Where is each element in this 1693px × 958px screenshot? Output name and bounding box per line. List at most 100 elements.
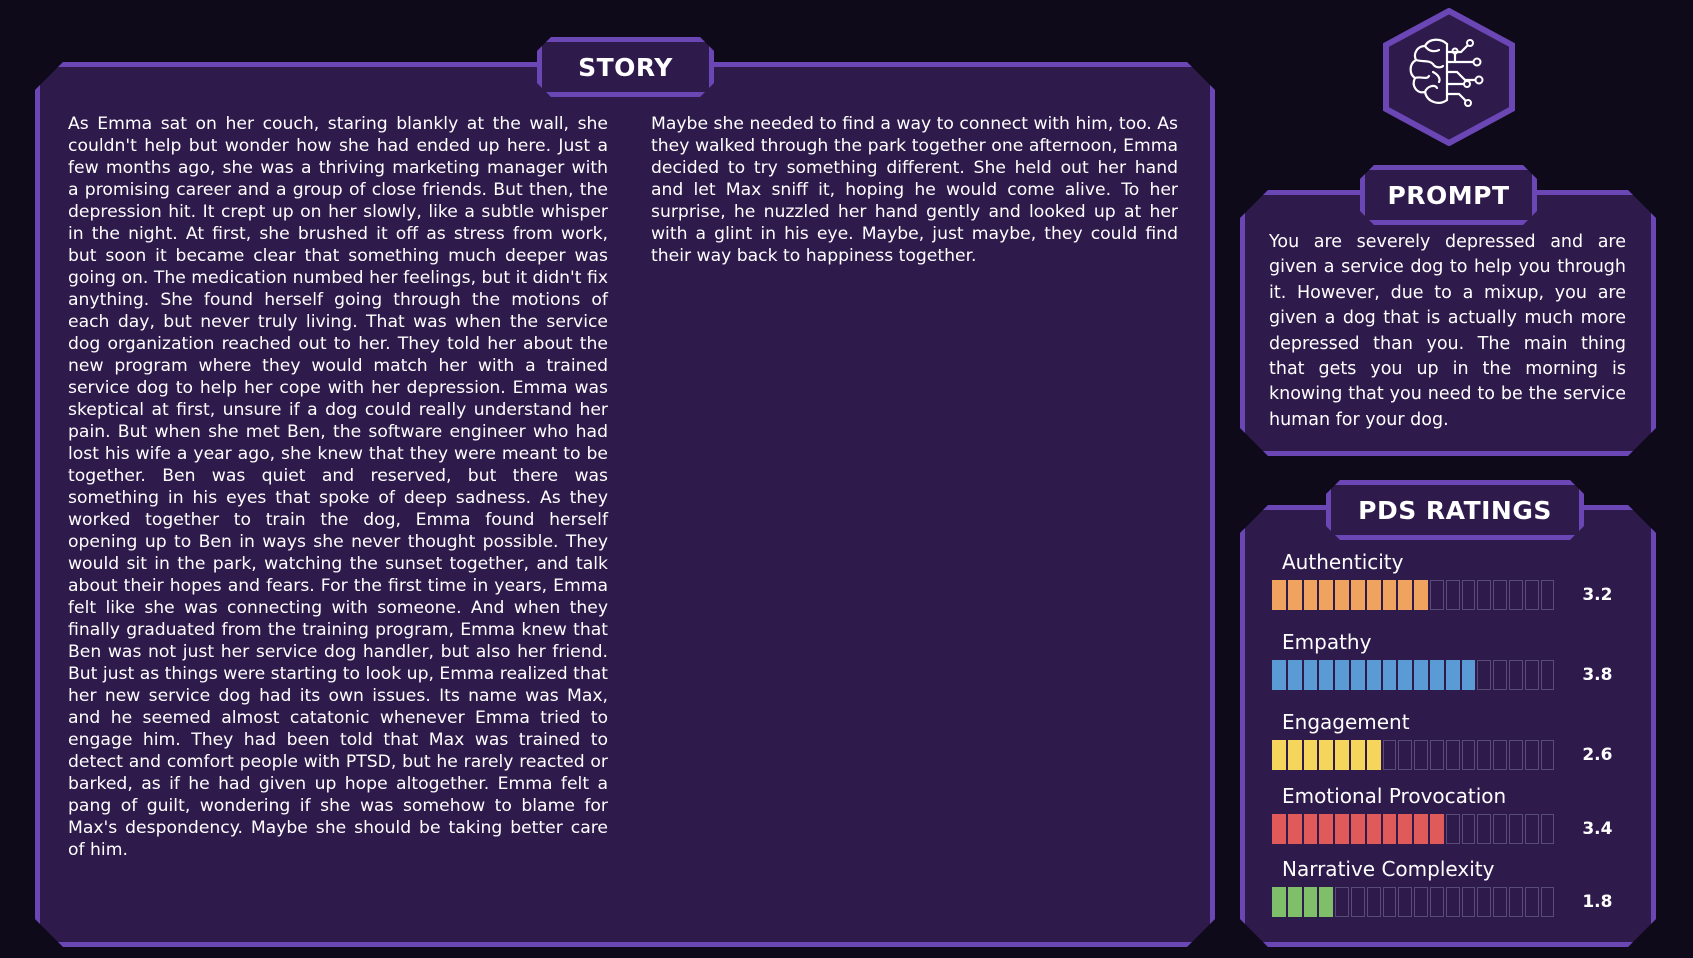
bar-segment-empty — [1477, 814, 1492, 844]
story-title: STORY — [537, 37, 714, 97]
bar-segment-empty — [1414, 740, 1428, 770]
bar-segment-filled — [1303, 814, 1318, 844]
bar-segment-empty — [1540, 740, 1555, 770]
bar-segment-empty — [1524, 660, 1539, 690]
prompt-title: PROMPT — [1360, 165, 1537, 225]
bar-segment-filled — [1398, 814, 1413, 844]
bar-segment-filled — [1287, 660, 1302, 690]
story-text-left: As Emma sat on her couch, staring blankl… — [68, 114, 608, 860]
bar-segment-empty — [1493, 740, 1507, 770]
bar-segment-filled — [1287, 580, 1302, 610]
rating-bar — [1272, 887, 1555, 917]
rating-bar — [1272, 660, 1555, 690]
rating-narrative-complexity: Narrative Complexity 1.8 — [1272, 857, 1612, 917]
bar-segment-empty — [1461, 580, 1476, 610]
bar-segment-filled — [1382, 660, 1397, 690]
bar-segment-filled — [1303, 660, 1318, 690]
rating-score: 1.8 — [1582, 892, 1613, 912]
bar-segment-empty — [1382, 887, 1397, 917]
bar-segment-empty — [1429, 740, 1444, 770]
bar-segment-empty — [1414, 887, 1428, 917]
bar-segment-filled — [1461, 660, 1476, 690]
bar-segment-filled — [1350, 740, 1365, 770]
bar-segment-filled — [1429, 660, 1444, 690]
bar-segment-empty — [1524, 740, 1539, 770]
bar-segment-empty — [1366, 887, 1381, 917]
bar-segment-filled — [1303, 740, 1318, 770]
bar-segment-filled — [1272, 887, 1286, 917]
bar-segment-empty — [1461, 887, 1476, 917]
bar-segment-filled — [1335, 580, 1349, 610]
bar-segment-empty — [1477, 660, 1492, 690]
bar-segment-filled — [1366, 660, 1381, 690]
rating-label: Authenticity — [1282, 550, 1404, 574]
bar-segment-filled — [1429, 814, 1444, 844]
rating-score: 2.6 — [1582, 745, 1613, 765]
bar-segment-empty — [1493, 660, 1507, 690]
bar-segment-empty — [1445, 580, 1460, 610]
bar-segment-empty — [1382, 740, 1397, 770]
rating-score: 3.8 — [1582, 665, 1613, 685]
bar-segment-filled — [1272, 814, 1286, 844]
bar-segment-empty — [1350, 887, 1365, 917]
bar-segment-filled — [1382, 580, 1397, 610]
rating-bar — [1272, 580, 1555, 610]
bar-segment-empty — [1540, 580, 1555, 610]
bar-segment-empty — [1477, 887, 1492, 917]
bar-segment-empty — [1493, 814, 1507, 844]
bar-segment-filled — [1319, 887, 1334, 917]
bar-segment-filled — [1287, 887, 1302, 917]
bar-segment-filled — [1414, 660, 1428, 690]
rating-label: Engagement — [1282, 710, 1410, 734]
bar-segment-filled — [1335, 660, 1349, 690]
rating-label: Empathy — [1282, 630, 1372, 654]
prompt-text: You are severely depressed and are given… — [1269, 232, 1626, 430]
bar-segment-filled — [1319, 814, 1334, 844]
bar-segment-filled — [1366, 580, 1381, 610]
rating-engagement: Engagement 2.6 — [1272, 710, 1612, 770]
bar-segment-filled — [1414, 814, 1428, 844]
bar-segment-filled — [1272, 660, 1286, 690]
brain-circuit-icon — [1383, 8, 1515, 146]
bar-segment-filled — [1272, 740, 1286, 770]
bar-segment-filled — [1382, 814, 1397, 844]
bar-segment-empty — [1508, 740, 1523, 770]
bar-segment-filled — [1303, 887, 1318, 917]
bar-segment-filled — [1287, 740, 1302, 770]
rating-bar — [1272, 740, 1555, 770]
bar-segment-empty — [1493, 580, 1507, 610]
story-text-right: Maybe she needed to find a way to connec… — [651, 114, 1178, 266]
bar-segment-empty — [1398, 740, 1413, 770]
bar-segment-empty — [1508, 580, 1523, 610]
bar-segment-empty — [1398, 887, 1413, 917]
bar-segment-filled — [1350, 660, 1365, 690]
bar-segment-empty — [1508, 660, 1523, 690]
bar-segment-filled — [1366, 814, 1381, 844]
bar-segment-filled — [1319, 740, 1334, 770]
bar-segment-empty — [1524, 814, 1539, 844]
bar-segment-empty — [1445, 887, 1460, 917]
bar-segment-empty — [1429, 887, 1444, 917]
bar-segment-empty — [1477, 580, 1492, 610]
rating-label: Emotional Provocation — [1282, 784, 1507, 808]
bar-segment-filled — [1350, 580, 1365, 610]
bar-segment-empty — [1445, 740, 1460, 770]
bar-segment-filled — [1287, 814, 1302, 844]
bar-segment-filled — [1319, 660, 1334, 690]
bar-segment-empty — [1524, 887, 1539, 917]
bar-segment-filled — [1335, 814, 1349, 844]
bar-segment-filled — [1445, 660, 1460, 690]
rating-score: 3.2 — [1582, 585, 1613, 605]
bar-segment-empty — [1540, 887, 1555, 917]
bar-segment-filled — [1272, 580, 1286, 610]
bar-segment-filled — [1350, 814, 1365, 844]
bar-segment-filled — [1414, 580, 1428, 610]
bar-segment-empty — [1508, 814, 1523, 844]
bar-segment-empty — [1429, 580, 1444, 610]
rating-bar — [1272, 814, 1555, 844]
bar-segment-empty — [1461, 740, 1476, 770]
bar-segment-empty — [1493, 887, 1507, 917]
bar-segment-empty — [1508, 887, 1523, 917]
bar-segment-empty — [1524, 580, 1539, 610]
bar-segment-filled — [1335, 740, 1349, 770]
